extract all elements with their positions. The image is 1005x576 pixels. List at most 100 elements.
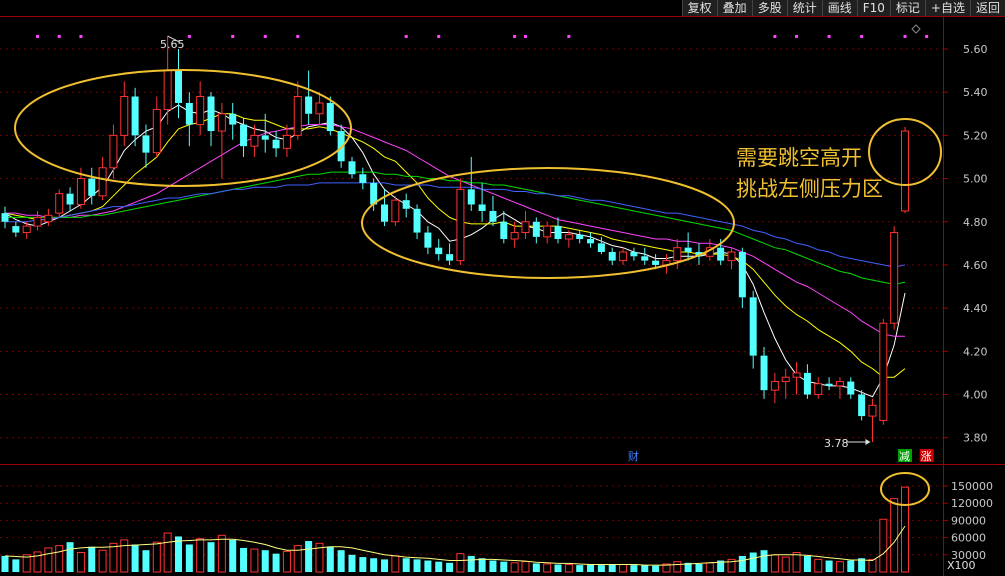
candle-body bbox=[250, 134, 259, 147]
candle-body bbox=[597, 243, 605, 252]
candle-body bbox=[749, 297, 757, 356]
volume-bar bbox=[326, 546, 334, 572]
volume-bar bbox=[705, 562, 714, 573]
grid bbox=[0, 16, 1005, 576]
volume-bar bbox=[500, 561, 508, 572]
volume-bar bbox=[370, 558, 378, 572]
candle-body bbox=[55, 193, 64, 214]
candle-body bbox=[76, 178, 85, 205]
volume-tick-label: 120000 bbox=[951, 497, 993, 510]
price-tick-label: 5.60 bbox=[963, 43, 988, 56]
volume-bar bbox=[217, 534, 226, 573]
volume-bar bbox=[120, 539, 129, 573]
volume-bar bbox=[250, 548, 259, 573]
signal-marker bbox=[57, 35, 61, 38]
signal-marker bbox=[187, 35, 191, 38]
stock-chart[interactable]: 5.60 5.40 5.20 5.00 4.80 4.60 4.40 4.20 4.00 3.80… bbox=[0, 0, 1005, 576]
candle-body bbox=[402, 200, 410, 209]
volume-unit-label: X100 bbox=[947, 559, 976, 572]
volume-bar bbox=[673, 561, 682, 573]
volume-bar bbox=[55, 545, 64, 573]
price-tick-label: 4.20 bbox=[963, 345, 988, 358]
candle-body bbox=[391, 199, 400, 223]
volume-bar bbox=[66, 542, 74, 572]
candle-body bbox=[359, 174, 367, 183]
volume-bar bbox=[597, 565, 605, 572]
volume-bar bbox=[381, 559, 389, 572]
volume-bar bbox=[413, 559, 421, 572]
low-price-label: 3.78 bbox=[824, 437, 849, 450]
volume-bar bbox=[695, 563, 703, 572]
volume-bar bbox=[825, 560, 833, 572]
candle-body bbox=[142, 135, 150, 153]
candle-body bbox=[22, 225, 31, 234]
volume-axis: 150000120000900006000030000 bbox=[943, 480, 993, 562]
volume-bar bbox=[446, 562, 454, 572]
volume-bar bbox=[391, 555, 400, 573]
candle-body bbox=[543, 225, 552, 238]
signal-marker bbox=[437, 35, 441, 38]
candle-body bbox=[738, 251, 746, 298]
volume-bar bbox=[835, 561, 844, 573]
signal-marker bbox=[567, 35, 571, 38]
candle-body bbox=[630, 251, 638, 257]
volume-bar bbox=[185, 544, 193, 572]
volume-bar bbox=[478, 558, 486, 572]
candle-body bbox=[446, 254, 454, 261]
candle-body bbox=[467, 189, 475, 205]
candle-body bbox=[901, 130, 909, 212]
volume-bar bbox=[510, 562, 519, 573]
signal-marker bbox=[263, 35, 267, 38]
volume-bar bbox=[174, 536, 182, 572]
candle-body bbox=[781, 376, 790, 383]
candle-body bbox=[879, 322, 888, 421]
volume-bar bbox=[641, 565, 649, 572]
volume-bar bbox=[619, 564, 628, 573]
volume-bar bbox=[76, 552, 85, 573]
price-tick-label: 5.40 bbox=[963, 86, 988, 99]
volume-bar bbox=[142, 550, 150, 572]
candle-body bbox=[152, 108, 161, 154]
volume-bar bbox=[564, 564, 573, 573]
candle-body bbox=[88, 178, 96, 196]
candle-body bbox=[847, 381, 855, 395]
volume-bar bbox=[229, 539, 237, 572]
candle-body bbox=[424, 232, 432, 248]
candle-body bbox=[261, 135, 269, 140]
candle-body bbox=[174, 70, 182, 103]
candle-body bbox=[44, 214, 53, 223]
volume-bar bbox=[489, 560, 497, 572]
candle-body bbox=[890, 232, 899, 324]
volume-bar bbox=[576, 565, 584, 572]
candle-body bbox=[196, 96, 205, 126]
volume-bar bbox=[152, 541, 161, 573]
candle-body bbox=[478, 204, 486, 211]
candle-body bbox=[33, 216, 42, 227]
volume-bar bbox=[847, 560, 855, 572]
candle-body bbox=[272, 139, 280, 149]
candle-body bbox=[326, 102, 334, 132]
signal-marker bbox=[36, 35, 40, 38]
candle-body bbox=[619, 251, 628, 262]
signal-marker bbox=[231, 35, 235, 38]
volume-bar bbox=[196, 538, 205, 573]
candle-body bbox=[608, 251, 616, 261]
candle-body bbox=[564, 234, 573, 240]
candle-body bbox=[489, 210, 497, 222]
signal-marker bbox=[523, 35, 527, 38]
volume-bar bbox=[467, 555, 475, 572]
volume-bar bbox=[337, 550, 345, 572]
price-tick-label: 5.00 bbox=[963, 173, 988, 186]
volume-bar bbox=[879, 518, 888, 573]
candle-body bbox=[500, 221, 508, 240]
volume-bar bbox=[240, 547, 248, 572]
volume-bar bbox=[12, 559, 20, 572]
signal-marker bbox=[79, 35, 83, 38]
price-tick-label: 4.00 bbox=[963, 389, 988, 402]
candle-body bbox=[315, 102, 324, 115]
volume-bar bbox=[749, 552, 757, 572]
candle-body bbox=[109, 134, 118, 169]
volume-bar bbox=[1, 555, 9, 572]
annotation-text-line1: 需要跳空高开 bbox=[736, 146, 862, 170]
signal-marker bbox=[827, 35, 831, 38]
